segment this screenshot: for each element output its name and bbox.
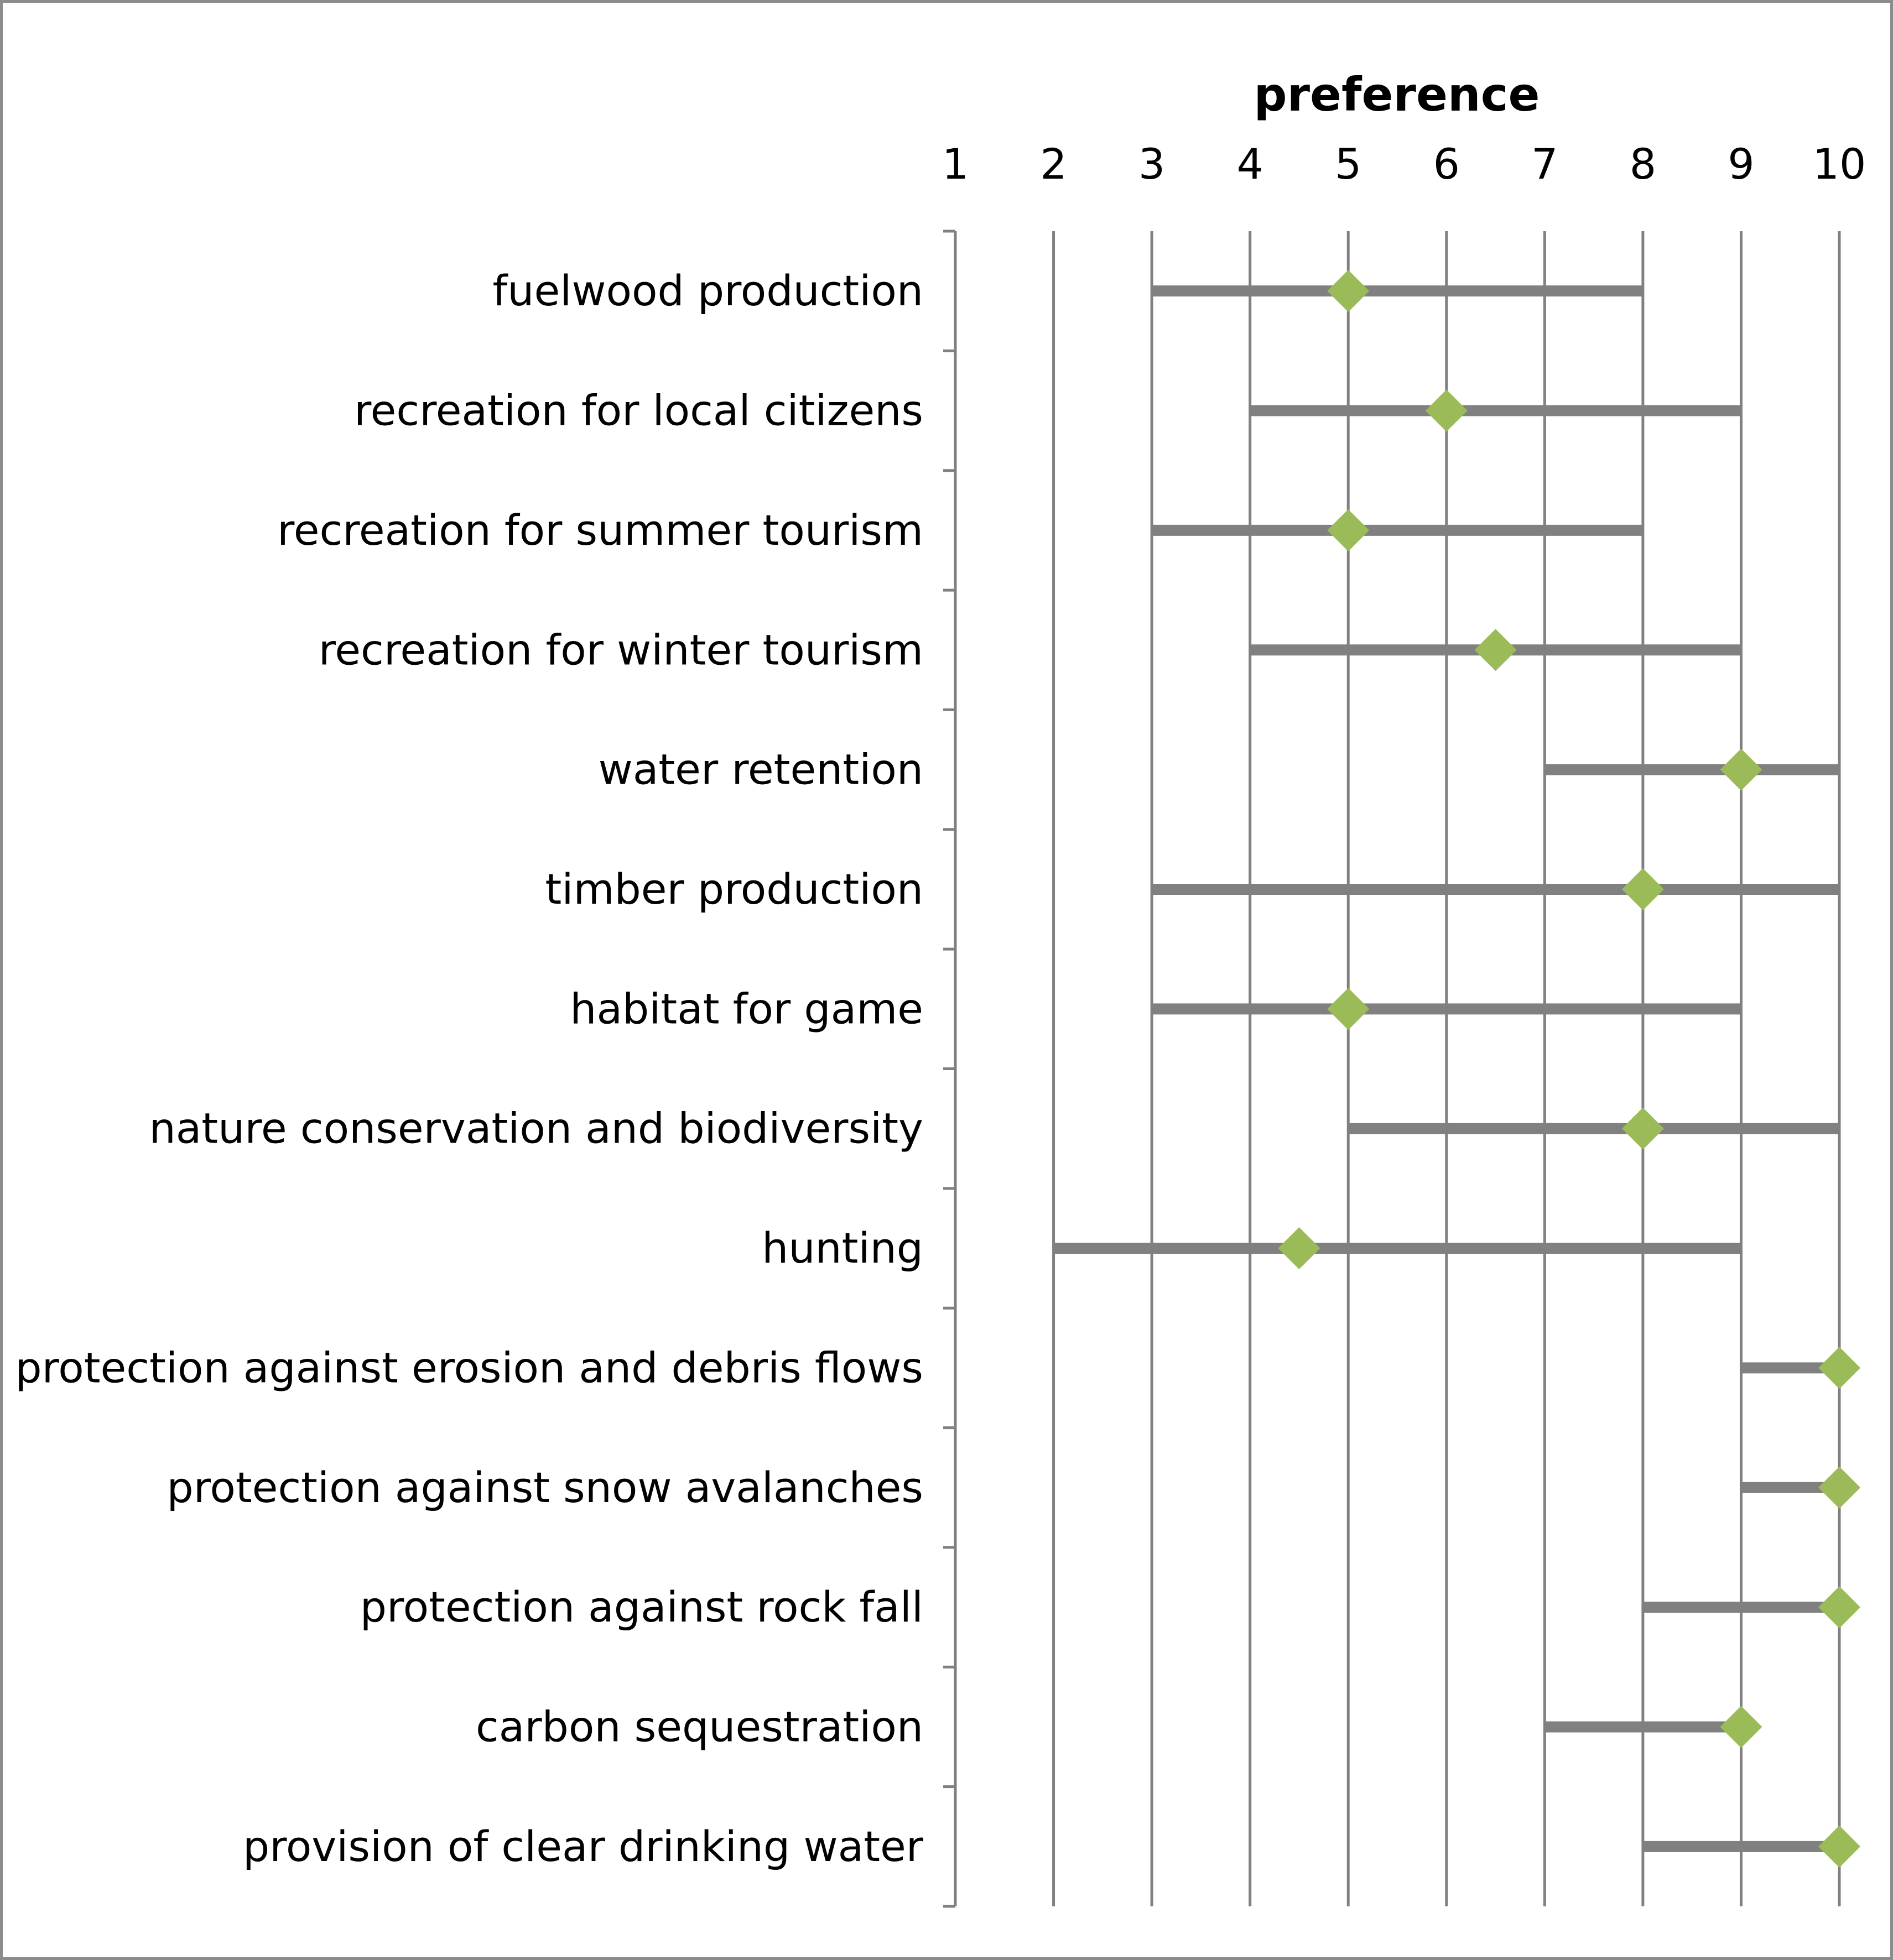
category-label: protection against rock fall [360, 1582, 923, 1631]
median-marker [1278, 1227, 1320, 1270]
x-tick-label: 1 [942, 139, 969, 189]
range-chart: preference 1 2 3 4 5 6 7 8 9 10 fuelwood producti… [15, 67, 1866, 1908]
x-tick-label: 8 [1630, 139, 1656, 189]
median-marker [1621, 1107, 1664, 1150]
x-tick-label: 2 [1040, 139, 1067, 189]
category-label: hunting [762, 1223, 923, 1273]
category-label: fuelwood production [493, 266, 923, 315]
category-label: carbon sequestration [476, 1702, 923, 1751]
axis-title: preference [1254, 67, 1540, 122]
category-label: water retention [599, 745, 923, 794]
category-label: recreation for summer tourism [277, 505, 923, 555]
median-marker [1818, 1466, 1860, 1509]
median-marker [1327, 270, 1370, 312]
median-marker [1621, 868, 1664, 910]
median-marker [1327, 509, 1370, 551]
median-marker [1720, 748, 1762, 791]
x-tick-label: 5 [1335, 139, 1361, 189]
median-marker [1818, 1825, 1860, 1868]
x-tick-label: 9 [1728, 139, 1754, 189]
median-marker [1720, 1706, 1762, 1748]
category-label: provision of clear drinking water [243, 1822, 924, 1871]
median-marker [1327, 988, 1370, 1030]
x-tick-label: 4 [1236, 139, 1263, 189]
x-tick-label: 6 [1433, 139, 1460, 189]
category-label: protection against snow avalanches [167, 1463, 923, 1512]
x-tick-label: 3 [1138, 139, 1165, 189]
median-marker [1818, 1586, 1860, 1629]
category-label: timber production [545, 864, 923, 914]
category-label: habitat for game [570, 984, 923, 1033]
median-marker [1818, 1347, 1860, 1389]
x-tick-label: 7 [1531, 139, 1558, 189]
category-label: recreation for winter tourism [319, 625, 923, 674]
category-label: nature conservation and biodiversity [149, 1104, 923, 1153]
x-tick-label: 10 [1813, 139, 1866, 189]
chart-container: preference 1 2 3 4 5 6 7 8 9 10 fuelwood producti… [0, 0, 1893, 1960]
median-marker [1425, 389, 1468, 432]
median-marker [1474, 629, 1517, 671]
category-label: recreation for local citizens [354, 386, 923, 435]
category-label: protection against erosion and debris fl… [15, 1343, 923, 1392]
